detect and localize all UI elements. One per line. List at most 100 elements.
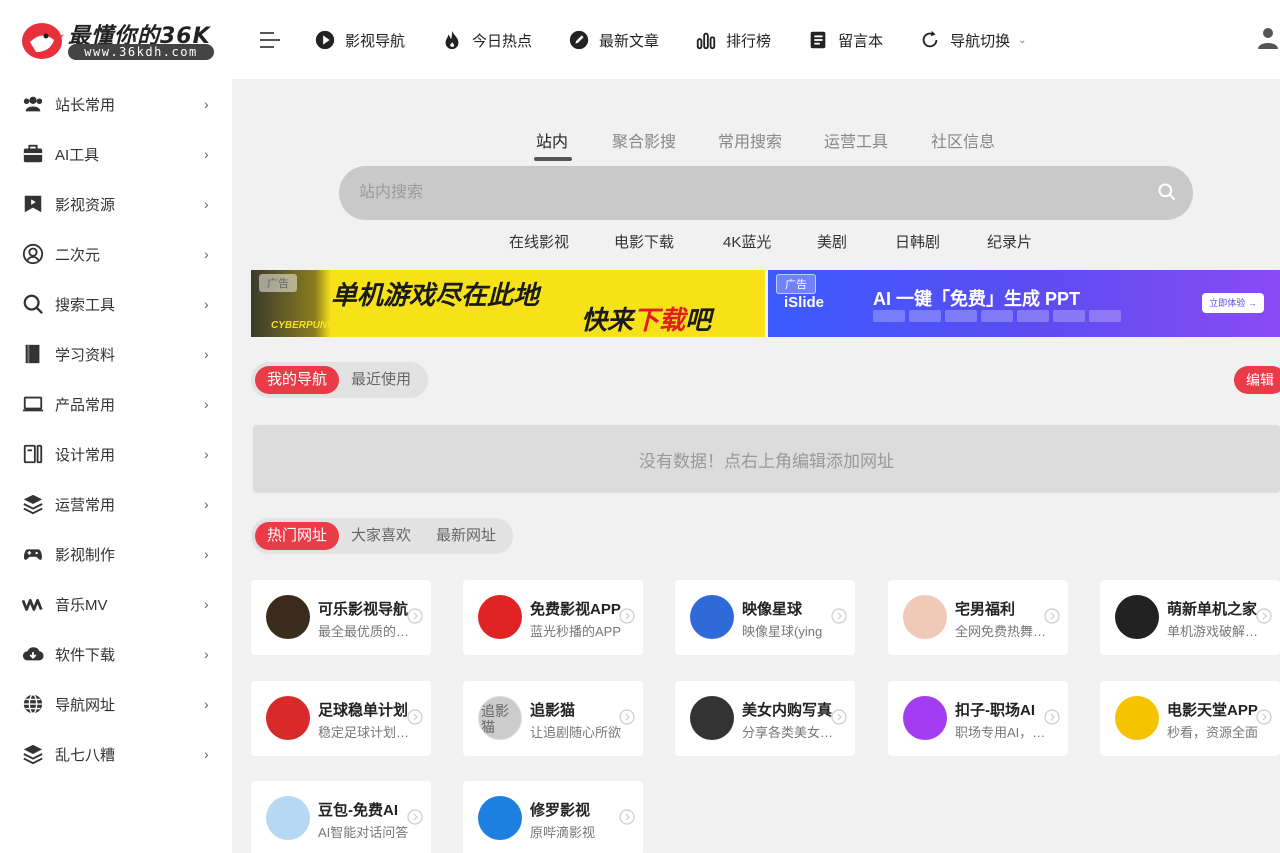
site-card[interactable]: 映像星球 映像星球(ying bbox=[675, 580, 855, 655]
sidebar-item-search-tools[interactable]: 搜索工具 › bbox=[0, 279, 232, 329]
site-card[interactable]: 豆包-免费AI AI智能对话问答 bbox=[251, 781, 431, 853]
search-icon bbox=[23, 294, 43, 314]
site-title: 免费影视APP bbox=[530, 601, 621, 618]
sidebar-item-nav-sites[interactable]: 导航网址 › bbox=[0, 679, 232, 729]
site-card[interactable]: 美女内购写真 分享各类美女写真 bbox=[675, 681, 855, 756]
quick-link[interactable]: 电影下载 bbox=[614, 231, 674, 252]
site-card[interactable]: 可乐影视导航最全最优质的影视导航 bbox=[251, 580, 431, 655]
menu-toggle-icon[interactable] bbox=[258, 28, 282, 52]
search-tab-common[interactable]: 常用搜索 bbox=[718, 128, 782, 152]
banner-game-logo: CYBERPUNK bbox=[271, 320, 335, 331]
arrow-right-circle-icon[interactable] bbox=[619, 709, 635, 725]
nav-item-guestbook[interactable]: 留言本 bbox=[807, 29, 883, 51]
user-icon[interactable] bbox=[1256, 26, 1280, 50]
site-card[interactable]: 扣子-职场AI 职场专用AI，效率翻倍 bbox=[888, 681, 1068, 756]
banner-headline: 单机游戏尽在此地 bbox=[331, 281, 540, 311]
site-card[interactable]: 电影天堂APP 秒看，资源全面 bbox=[1100, 681, 1280, 756]
sidebar-item-label: 站长常用 bbox=[55, 96, 116, 114]
site-icon bbox=[478, 796, 522, 840]
sidebar-item-music[interactable]: 音乐MV › bbox=[0, 579, 232, 629]
arrow-right-circle-icon[interactable] bbox=[619, 608, 635, 624]
search-tab-community[interactable]: 社区信息 bbox=[931, 128, 995, 152]
chevron-right-icon: › bbox=[204, 146, 209, 162]
sidebar-item-operations[interactable]: 运营常用 › bbox=[0, 479, 232, 529]
banner-islide[interactable]: 广告 iSlide AI 一键「免费」生成 PPT 立即体验 → bbox=[768, 270, 1280, 337]
quick-link[interactable]: 在线影视 bbox=[509, 231, 569, 252]
site-logo[interactable]: 最懂你的36K www.36kdh.com bbox=[20, 18, 220, 62]
sidebar-item-software[interactable]: 软件下载 › bbox=[0, 629, 232, 679]
sidebar-item-label: 音乐MV bbox=[55, 596, 108, 614]
site-desc: 单机游戏破解版下载 bbox=[1167, 624, 1263, 639]
banner-try-button[interactable]: 立即体验 → bbox=[1202, 293, 1264, 313]
nav-item-articles[interactable]: 最新文章 bbox=[568, 29, 659, 51]
nav-item-ranking[interactable]: 排行榜 bbox=[695, 29, 771, 51]
site-title: 美女内购写真 bbox=[742, 702, 833, 719]
banner-game-download[interactable]: 广告 单机游戏尽在此地 快来下载吧 CYBERPUNK bbox=[251, 270, 765, 337]
site-desc: 映像星球(ying bbox=[742, 624, 823, 639]
sidebar-item-ai-tools[interactable]: AI工具 › bbox=[0, 129, 232, 179]
site-icon: 追影猫 bbox=[478, 696, 522, 740]
quick-link[interactable]: 美剧 bbox=[817, 231, 847, 252]
tab-newest[interactable]: 最新网址 bbox=[423, 522, 509, 550]
tab-my-nav[interactable]: 我的导航 bbox=[255, 366, 339, 394]
search-input[interactable] bbox=[359, 166, 1119, 220]
quick-link[interactable]: 4K蓝光 bbox=[723, 231, 771, 252]
banner-title: AI 一键「免费」生成 PPT bbox=[873, 289, 1081, 309]
arrow-right-circle-icon[interactable] bbox=[407, 809, 423, 825]
nav-label: 留言本 bbox=[838, 32, 884, 50]
edit-button[interactable]: 编辑 bbox=[1234, 366, 1280, 394]
search-tab-aggregate-video[interactable]: 聚合影搜 bbox=[612, 128, 676, 152]
anime-face-icon bbox=[22, 243, 44, 265]
sidebar-item-label: 乱七八糟 bbox=[55, 746, 116, 764]
sidebar-item-video-production[interactable]: 影视制作 › bbox=[0, 529, 232, 579]
search-tab-site[interactable]: 站内 bbox=[536, 128, 568, 152]
site-card[interactable]: 萌新单机之家单机游戏破解版下载 bbox=[1100, 580, 1280, 655]
quick-link[interactable]: 纪录片 bbox=[987, 231, 1032, 252]
nav-label: 排行榜 bbox=[726, 32, 772, 50]
site-desc: 最全最优质的影视导航 bbox=[318, 624, 414, 639]
arrow-right-circle-icon[interactable] bbox=[831, 608, 847, 624]
sidebar-item-video-resources[interactable]: 影视资源 › bbox=[0, 179, 232, 229]
site-desc: 原哔滴影视 bbox=[530, 825, 596, 840]
site-card[interactable]: 修罗影视 原哔滴影视 bbox=[463, 781, 643, 853]
quick-link[interactable]: 日韩剧 bbox=[895, 231, 940, 252]
nav-item-movies[interactable]: 影视导航 bbox=[314, 29, 405, 51]
arrow-right-circle-icon[interactable] bbox=[1256, 608, 1272, 624]
sidebar-item-misc[interactable]: 乱七八糟 › bbox=[0, 729, 232, 779]
site-card[interactable]: 追影猫 追影猫 让追剧随心所欲 bbox=[463, 681, 643, 756]
arrow-right-circle-icon[interactable] bbox=[1044, 608, 1060, 624]
site-card[interactable]: 宅男福利 全网免费热舞视频 bbox=[888, 580, 1068, 655]
arrow-right-circle-icon[interactable] bbox=[1044, 709, 1060, 725]
notebook-icon bbox=[810, 31, 826, 49]
arrow-right-circle-icon[interactable] bbox=[1256, 709, 1272, 725]
globe-icon bbox=[23, 694, 43, 714]
site-card[interactable]: 足球稳单计划 稳定足球计划分享 bbox=[251, 681, 431, 756]
sidebar-item-label: 运营常用 bbox=[55, 496, 116, 514]
arrow-right-circle-icon[interactable] bbox=[831, 709, 847, 725]
sidebar-item-design[interactable]: 设计常用 › bbox=[0, 429, 232, 479]
ad-label: 广告 bbox=[259, 274, 297, 292]
sidebar-item-label: 软件下载 bbox=[55, 646, 116, 664]
nav-item-hot[interactable]: 今日热点 bbox=[441, 29, 532, 51]
site-desc: 蓝光秒播的APP bbox=[530, 624, 622, 639]
feature-chip bbox=[873, 310, 905, 322]
chevron-right-icon: › bbox=[204, 196, 209, 212]
search-tab-ops-tools[interactable]: 运营工具 bbox=[824, 128, 888, 152]
site-card[interactable]: 免费影视APP 蓝光秒播的APP bbox=[463, 580, 643, 655]
tab-hot-sites[interactable]: 热门网址 bbox=[255, 522, 339, 550]
sidebar-item-anime[interactable]: 二次元 › bbox=[0, 229, 232, 279]
sidebar-item-webmaster[interactable]: 站长常用 › bbox=[0, 79, 232, 129]
arrow-right-circle-icon[interactable] bbox=[407, 608, 423, 624]
arrow-right-circle-icon[interactable] bbox=[407, 709, 423, 725]
sidebar-item-product[interactable]: 产品常用 › bbox=[0, 379, 232, 429]
wave-icon bbox=[22, 598, 43, 611]
search-submit-icon[interactable] bbox=[1157, 182, 1177, 202]
chevron-right-icon: › bbox=[204, 446, 209, 462]
tab-popular[interactable]: 大家喜欢 bbox=[339, 522, 423, 550]
site-icon bbox=[690, 595, 734, 639]
nav-item-switch[interactable]: 导航切换 ⌄ bbox=[919, 29, 1026, 51]
site-icon bbox=[903, 595, 947, 639]
tab-recent[interactable]: 最近使用 bbox=[339, 366, 423, 394]
sidebar-item-study[interactable]: 学习资料 › bbox=[0, 329, 232, 379]
arrow-right-circle-icon[interactable] bbox=[619, 809, 635, 825]
